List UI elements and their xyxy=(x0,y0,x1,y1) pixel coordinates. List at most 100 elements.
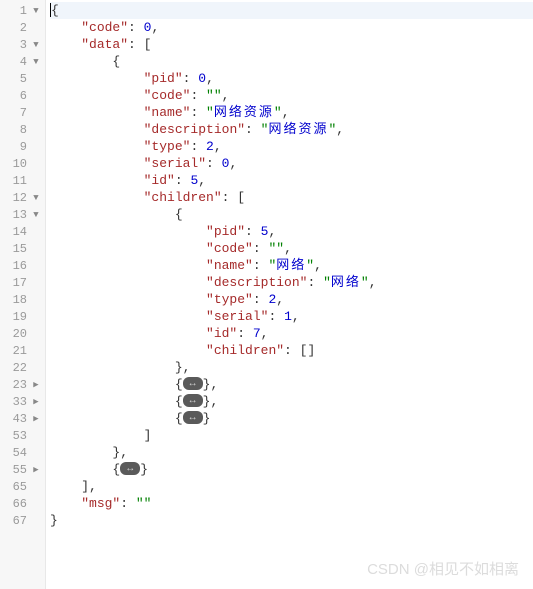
token-num: 0 xyxy=(198,71,206,86)
code-editor[interactable]: 1234567891011121314151617181920212223334… xyxy=(0,0,533,589)
token-punc: } xyxy=(50,513,58,528)
token-key: "pid" xyxy=(144,71,183,86)
code-line[interactable]: "serial": 0, xyxy=(50,155,533,172)
code-line[interactable]: "code": "", xyxy=(50,240,533,257)
code-line[interactable]: "data": [ xyxy=(50,36,533,53)
code-line[interactable]: {}, xyxy=(50,376,533,393)
code-line[interactable]: "type": 2, xyxy=(50,291,533,308)
code-line[interactable]: "code": 0, xyxy=(50,19,533,36)
code-line[interactable]: }, xyxy=(50,359,533,376)
fold-open-icon[interactable] xyxy=(31,57,41,67)
code-line[interactable]: "name": "网络资源", xyxy=(50,104,533,121)
token-punc: }, xyxy=(203,377,219,392)
token-key: "code" xyxy=(144,88,191,103)
token-punc: : xyxy=(245,224,261,239)
token-punc: : xyxy=(253,241,269,256)
code-line[interactable]: { xyxy=(50,53,533,70)
token-punc: : [] xyxy=(284,343,315,358)
fold-placeholder xyxy=(31,176,41,186)
fold-placeholder xyxy=(31,125,41,135)
token-key: "type" xyxy=(206,292,253,307)
fold-open-icon[interactable] xyxy=(31,6,41,16)
line-number: 6 xyxy=(7,89,27,103)
gutter-row: 21 xyxy=(0,342,45,359)
code-line[interactable]: } xyxy=(50,512,533,529)
code-line[interactable]: "children": [] xyxy=(50,342,533,359)
gutter-row: 16 xyxy=(0,257,45,274)
code-line[interactable]: {} xyxy=(50,461,533,478)
code-line[interactable]: { xyxy=(50,206,533,223)
gutter-row: 67 xyxy=(0,512,45,529)
folded-code-pill[interactable] xyxy=(120,462,140,475)
folded-code-pill[interactable] xyxy=(183,377,203,390)
code-line[interactable]: "pid": 0, xyxy=(50,70,533,87)
code-line[interactable]: ] xyxy=(50,427,533,444)
code-line[interactable]: "id": 7, xyxy=(50,325,533,342)
code-line[interactable]: "id": 5, xyxy=(50,172,533,189)
token-key: "serial" xyxy=(206,309,268,324)
token-punc: , xyxy=(206,71,214,86)
line-number: 19 xyxy=(7,310,27,324)
code-area[interactable]: { "code": 0, "data": [ { "pid": 0, "code… xyxy=(46,0,533,589)
code-line[interactable]: }, xyxy=(50,444,533,461)
code-line[interactable]: "type": 2, xyxy=(50,138,533,155)
token-punc: : xyxy=(253,258,269,273)
folded-code-pill[interactable] xyxy=(183,411,203,424)
token-key: "name" xyxy=(144,105,191,120)
code-line[interactable]: "children": [ xyxy=(50,189,533,206)
line-number: 14 xyxy=(7,225,27,239)
fold-closed-icon[interactable] xyxy=(31,397,41,407)
line-number: 18 xyxy=(7,293,27,307)
gutter-row: 22 xyxy=(0,359,45,376)
fold-placeholder xyxy=(31,482,41,492)
gutter-row: 7 xyxy=(0,104,45,121)
token-key: "code" xyxy=(206,241,253,256)
line-number: 66 xyxy=(7,497,27,511)
folded-code-pill[interactable] xyxy=(183,394,203,407)
fold-open-icon[interactable] xyxy=(31,210,41,220)
token-str-cn: 网络 xyxy=(276,258,306,273)
code-line[interactable]: "description": "网络", xyxy=(50,274,533,291)
token-str: " xyxy=(206,105,214,120)
gutter-row: 18 xyxy=(0,291,45,308)
code-line[interactable]: {}, xyxy=(50,393,533,410)
token-key: "name" xyxy=(206,258,253,273)
token-punc: : xyxy=(183,71,199,86)
fold-closed-icon[interactable] xyxy=(31,380,41,390)
gutter-row: 43 xyxy=(0,410,45,427)
line-number: 2 xyxy=(7,21,27,35)
token-punc: ], xyxy=(81,479,97,494)
code-line[interactable]: "description": "网络资源", xyxy=(50,121,533,138)
token-key: "data" xyxy=(81,37,128,52)
gutter-row: 6 xyxy=(0,87,45,104)
token-key: "description" xyxy=(206,275,307,290)
token-key: "id" xyxy=(206,326,237,341)
token-punc: ] xyxy=(144,428,152,443)
fold-placeholder xyxy=(31,499,41,509)
line-number: 21 xyxy=(7,344,27,358)
fold-open-icon[interactable] xyxy=(31,193,41,203)
token-punc: : xyxy=(128,20,144,35)
code-line[interactable]: "code": "", xyxy=(50,87,533,104)
fold-open-icon[interactable] xyxy=(31,40,41,50)
code-line[interactable]: "pid": 5, xyxy=(50,223,533,240)
line-number: 11 xyxy=(7,174,27,188)
fold-closed-icon[interactable] xyxy=(31,465,41,475)
code-line[interactable]: "name": "网络", xyxy=(50,257,533,274)
gutter-row: 9 xyxy=(0,138,45,155)
code-line[interactable]: "msg": "" xyxy=(50,495,533,512)
fold-placeholder xyxy=(31,516,41,526)
code-line[interactable]: {} xyxy=(50,410,533,427)
code-line[interactable]: { xyxy=(50,2,533,19)
code-line[interactable]: "serial": 1, xyxy=(50,308,533,325)
code-line[interactable]: ], xyxy=(50,478,533,495)
token-punc: : xyxy=(120,496,136,511)
fold-closed-icon[interactable] xyxy=(31,414,41,424)
line-number: 53 xyxy=(7,429,27,443)
token-punc: : xyxy=(268,309,284,324)
token-str-cn: 网络资源 xyxy=(268,122,328,137)
token-key: "type" xyxy=(144,139,191,154)
token-str: " xyxy=(274,105,282,120)
fold-placeholder xyxy=(31,448,41,458)
line-number: 4 xyxy=(7,55,27,69)
